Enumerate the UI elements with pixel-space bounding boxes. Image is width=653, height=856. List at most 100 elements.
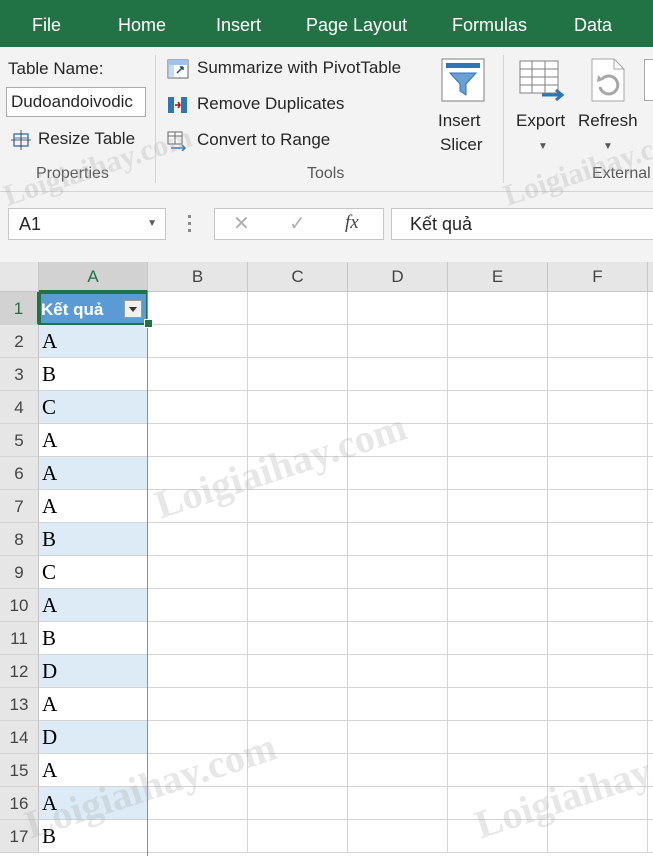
grid-cell[interactable] (648, 490, 653, 523)
grid-cell[interactable] (448, 457, 548, 490)
refresh-button[interactable]: Refresh ▼ (576, 55, 642, 161)
table-header-cell[interactable]: Kết quả (39, 292, 148, 325)
grid-cell[interactable] (248, 292, 348, 325)
grid-cell[interactable] (648, 556, 653, 589)
tab-home[interactable]: Home (118, 0, 166, 47)
grid-cell[interactable] (148, 391, 248, 424)
grid-cell[interactable] (448, 523, 548, 556)
grid-cell[interactable] (248, 721, 348, 754)
table-cell[interactable]: B (39, 358, 148, 391)
grid-cell[interactable] (148, 589, 248, 622)
row-header[interactable]: 8 (0, 523, 39, 556)
row-header[interactable]: 10 (0, 589, 39, 622)
column-header-f[interactable]: F (548, 262, 648, 292)
grid-cell[interactable] (248, 820, 348, 853)
grid-cell[interactable] (248, 754, 348, 787)
row-header[interactable]: 3 (0, 358, 39, 391)
row-header[interactable]: 2 (0, 325, 39, 358)
grid-cell[interactable] (248, 622, 348, 655)
grid-cell[interactable] (348, 391, 448, 424)
fill-handle[interactable] (144, 319, 153, 328)
tab-file[interactable]: File (32, 0, 61, 47)
grid-cell[interactable] (148, 688, 248, 721)
grid-cell[interactable] (148, 622, 248, 655)
insert-function-icon[interactable]: fx (345, 212, 359, 234)
grid-cell[interactable] (448, 754, 548, 787)
filter-dropdown-icon[interactable] (124, 300, 142, 318)
grid-cell[interactable] (648, 358, 653, 391)
grid-cell[interactable] (548, 820, 648, 853)
grid-cell[interactable] (648, 622, 653, 655)
grid-cell[interactable] (248, 655, 348, 688)
grid-cell[interactable] (148, 820, 248, 853)
grid-cell[interactable] (548, 523, 648, 556)
row-header[interactable]: 4 (0, 391, 39, 424)
column-header-e[interactable]: E (448, 262, 548, 292)
table-cell[interactable]: C (39, 556, 148, 589)
row-header[interactable]: 12 (0, 655, 39, 688)
grid-cell[interactable] (348, 490, 448, 523)
enter-icon[interactable]: ✓ (289, 211, 306, 236)
grid-cell[interactable] (548, 457, 648, 490)
table-cell[interactable]: A (39, 424, 148, 457)
grid-cell[interactable] (148, 490, 248, 523)
row-header[interactable]: 14 (0, 721, 39, 754)
grid-cell[interactable] (648, 523, 653, 556)
row-header[interactable]: 16 (0, 787, 39, 820)
summarize-pivottable-button[interactable]: Summarize with PivotTable (165, 55, 425, 83)
grid-cell[interactable] (248, 556, 348, 589)
name-box[interactable]: A1 ▼ (8, 208, 166, 240)
row-header[interactable]: 6 (0, 457, 39, 490)
row-header[interactable]: 7 (0, 490, 39, 523)
grid-cell[interactable] (448, 391, 548, 424)
chevron-down-icon[interactable]: ▼ (147, 209, 157, 239)
grid-cell[interactable] (448, 424, 548, 457)
grid-cell[interactable] (648, 424, 653, 457)
row-header[interactable]: 11 (0, 622, 39, 655)
grid-cell[interactable] (148, 523, 248, 556)
grid-cell[interactable] (348, 292, 448, 325)
grid-cell[interactable] (548, 358, 648, 391)
column-header-b[interactable]: B (148, 262, 248, 292)
grid-cell[interactable] (648, 787, 653, 820)
grid-cell[interactable] (348, 688, 448, 721)
table-cell[interactable]: B (39, 622, 148, 655)
grid-cell[interactable] (248, 325, 348, 358)
grid-cell[interactable] (348, 721, 448, 754)
tab-insert[interactable]: Insert (216, 0, 261, 47)
grid-cell[interactable] (348, 556, 448, 589)
grid-cell[interactable] (648, 325, 653, 358)
grid-cell[interactable] (248, 391, 348, 424)
grid-cell[interactable] (648, 391, 653, 424)
table-cell[interactable]: A (39, 589, 148, 622)
grid-cell[interactable] (448, 292, 548, 325)
grid-cell[interactable] (148, 325, 248, 358)
row-header[interactable]: 9 (0, 556, 39, 589)
convert-to-range-button[interactable]: Convert to Range (165, 127, 365, 155)
column-header-d[interactable]: D (348, 262, 448, 292)
grid-cell[interactable] (348, 523, 448, 556)
grid-cell[interactable] (448, 358, 548, 391)
grid-cell[interactable] (648, 721, 653, 754)
grid-cell[interactable] (648, 688, 653, 721)
grid-cell[interactable] (448, 655, 548, 688)
grid-cell[interactable] (548, 556, 648, 589)
grid-cell[interactable] (548, 622, 648, 655)
table-cell[interactable]: D (39, 721, 148, 754)
grid-cell[interactable] (248, 358, 348, 391)
grid-cell[interactable] (648, 820, 653, 853)
grid-cell[interactable] (248, 523, 348, 556)
table-cell[interactable]: D (39, 655, 148, 688)
grid-cell[interactable] (248, 424, 348, 457)
grid-cell[interactable] (148, 424, 248, 457)
table-cell[interactable]: C (39, 391, 148, 424)
grid-cell[interactable] (648, 457, 653, 490)
grid-cell[interactable] (448, 787, 548, 820)
grid-cell[interactable] (448, 325, 548, 358)
table-cell[interactable]: A (39, 754, 148, 787)
grid-cell[interactable] (548, 391, 648, 424)
grid-cell[interactable] (548, 589, 648, 622)
grid-cell[interactable] (448, 556, 548, 589)
grid-cell[interactable] (148, 457, 248, 490)
grid-cell[interactable] (548, 325, 648, 358)
